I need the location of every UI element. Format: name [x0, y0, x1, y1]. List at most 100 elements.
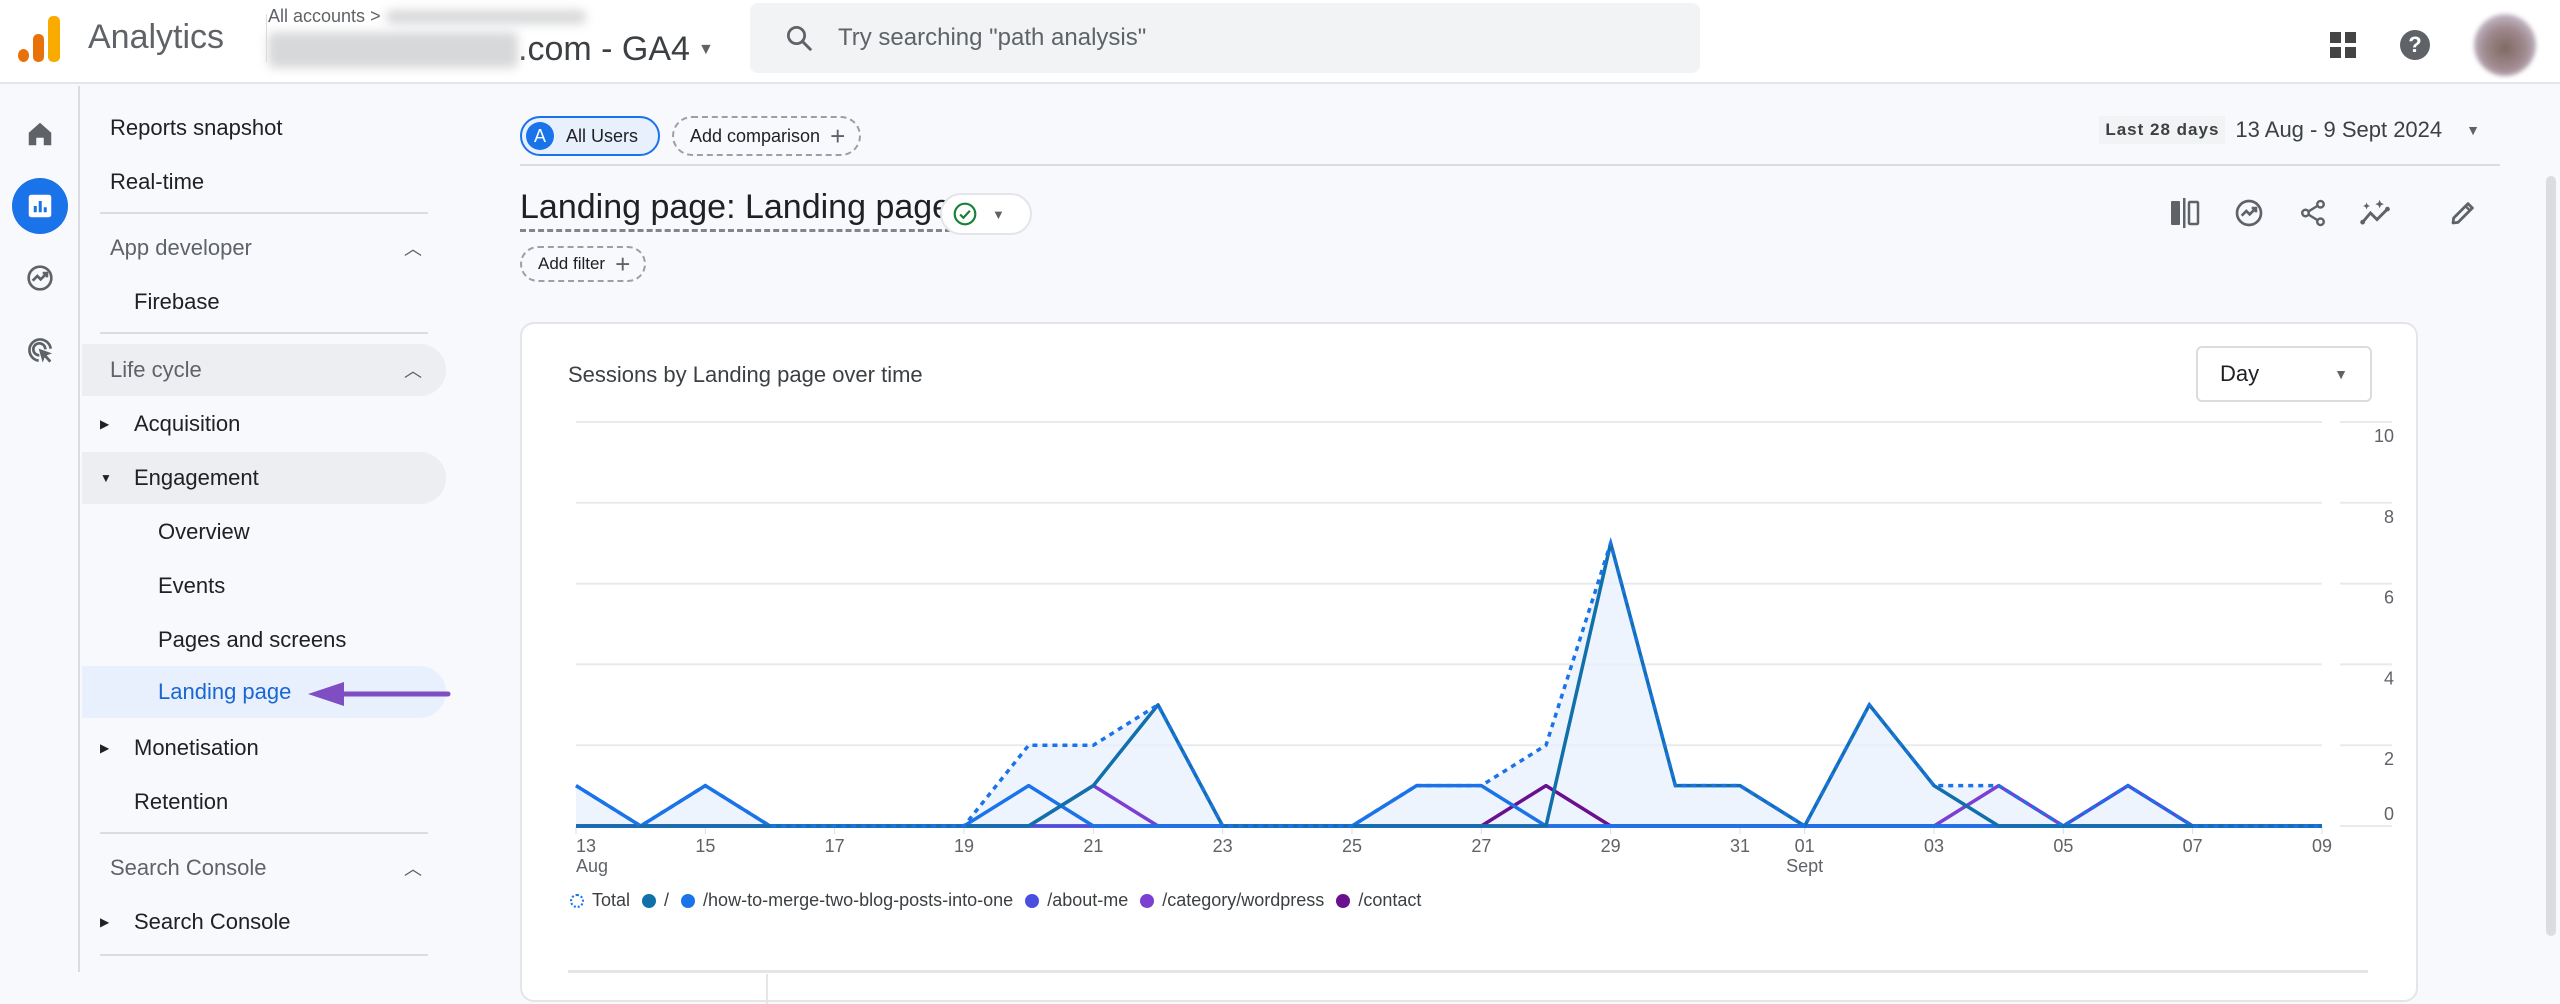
nav-item-pages-and-screens[interactable]: Pages and screens — [82, 614, 446, 666]
nav-label: Life cycle — [110, 357, 202, 382]
apps-grid-icon[interactable] — [2330, 32, 2356, 58]
nav-item-search-console[interactable]: ▶ Search Console — [82, 896, 446, 948]
insights-icon[interactable] — [2230, 194, 2268, 232]
main-content: A All Users Add comparison + Last 28 days… — [462, 86, 2560, 1004]
x-tick-label: 21 — [1083, 836, 1103, 856]
chevron-down-icon: ▼ — [2466, 122, 2480, 138]
nav-item-reports-snapshot[interactable]: Reports snapshot — [82, 102, 446, 154]
nav-item-events[interactable]: Events — [82, 560, 446, 612]
nav-label: Reports snapshot — [110, 115, 283, 140]
nav-label: Engagement — [134, 465, 259, 490]
nav-item-firebase[interactable]: Firebase — [82, 276, 446, 328]
chevron-up-icon: ︿ — [404, 239, 422, 259]
chart-card: Sessions by Landing page over time Day ▼… — [520, 322, 2418, 1004]
x-tick-sublabel: Aug — [576, 856, 608, 876]
add-filter-label: Add filter — [538, 254, 606, 273]
nav-label: Monetisation — [134, 735, 259, 760]
segment-chip-all-users[interactable]: A All Users — [520, 116, 660, 156]
edit-icon[interactable] — [2444, 194, 2482, 232]
share-icon[interactable] — [2294, 194, 2332, 232]
breadcrumb-all-accounts[interactable]: All accounts — [268, 6, 365, 26]
add-comparison-button[interactable]: Add comparison + — [672, 116, 862, 156]
legend-swatch-icon — [1140, 893, 1155, 908]
legend-swatch-icon — [1025, 893, 1040, 908]
y-tick-label: 10 — [2374, 426, 2394, 446]
property-selector[interactable]: .com - GA4 ▼ — [268, 30, 714, 69]
nav-item-retention[interactable]: Retention — [82, 776, 446, 828]
legend-item[interactable]: /contact — [1336, 890, 1421, 911]
legend-item[interactable]: / — [642, 890, 669, 911]
x-tick-label: 15 — [695, 836, 715, 856]
x-tick-label: 07 — [2183, 836, 2203, 856]
x-tick-label: 09 — [2312, 836, 2332, 856]
nav-item-realtime[interactable]: Real-time — [82, 156, 446, 208]
nav-item-acquisition[interactable]: ▶ Acquisition — [82, 398, 446, 450]
analytics-logo-icon[interactable] — [18, 16, 62, 62]
breadcrumb[interactable]: All accounts > — [268, 6, 586, 27]
compare-trend-icon[interactable] — [2358, 194, 2396, 232]
nav-label: Landing page — [158, 679, 292, 704]
y-tick-label: 2 — [2384, 749, 2394, 769]
nav-section-life-cycle[interactable]: Life cycle ︿ — [82, 344, 446, 396]
date-range-tag: Last 28 days — [2099, 116, 2226, 144]
reports-icon[interactable] — [12, 178, 68, 234]
top-bar: Analytics All accounts > .com - GA4 ▼ Tr… — [0, 0, 2560, 84]
avatar[interactable] — [2474, 14, 2536, 76]
page-title[interactable]: Landing page: Landing page — [520, 188, 952, 232]
help-icon[interactable]: ? — [2400, 30, 2430, 60]
property-name-suffix: .com - GA4 — [518, 30, 690, 68]
home-icon[interactable] — [12, 106, 68, 162]
advertising-icon[interactable] — [12, 322, 68, 378]
nav-section-search-console[interactable]: Search Console ︿ — [82, 842, 446, 894]
expand-right-icon: ▶ — [100, 741, 110, 755]
line-chart: 0 2 4 6 8 10 13Aug 15 17 19 21 23 25 27 29 31 01Sept 03 05… — [575, 421, 2394, 876]
add-filter-button[interactable]: Add filter + — [520, 246, 647, 282]
x-tick-label: 03 — [1924, 836, 1944, 856]
left-rail — [0, 86, 80, 972]
x-tick-label: 17 — [825, 836, 845, 856]
scrollbar[interactable] — [2546, 176, 2556, 936]
segment-letter: A — [526, 122, 554, 150]
app-name: Analytics — [88, 18, 225, 56]
divider — [520, 164, 2500, 166]
search-bar[interactable]: Try searching "path analysis" — [750, 3, 1700, 73]
customize-report-icon[interactable] — [2166, 194, 2204, 232]
nav-label: Firebase — [134, 289, 220, 314]
report-status-button[interactable]: ▼ — [940, 193, 1032, 235]
search-icon — [787, 26, 812, 51]
divider — [100, 332, 428, 334]
x-tick-label: 13 — [576, 836, 596, 856]
legend-item[interactable]: /category/wordpress — [1140, 890, 1324, 911]
divider — [766, 974, 768, 1004]
breadcrumb-separator-icon: > — [370, 6, 381, 26]
search-input[interactable]: Try searching "path analysis" — [838, 24, 1146, 52]
nav-label: Retention — [134, 789, 229, 814]
legend-label: Total — [592, 890, 631, 910]
y-tick-label: 4 — [2384, 668, 2394, 688]
legend-label: /how-to-merge-two-blog-posts-into-one — [703, 890, 1014, 910]
legend-swatch-icon — [570, 893, 584, 908]
nav-section-app-developer[interactable]: App developer ︿ — [82, 222, 446, 274]
divider — [100, 832, 428, 834]
x-tick-label: 01 — [1795, 836, 1815, 856]
plus-icon: + — [830, 120, 846, 151]
nav-item-engagement[interactable]: ▼ Engagement — [82, 452, 446, 504]
y-tick-label: 6 — [2384, 588, 2394, 608]
nav-label: Search Console — [110, 855, 267, 880]
nav-item-overview[interactable]: Overview — [82, 506, 446, 558]
chevron-up-icon: ︿ — [404, 859, 422, 879]
segment-label: All Users — [566, 125, 639, 146]
x-tick-label: 25 — [1342, 836, 1362, 856]
legend-item[interactable]: /about-me — [1025, 890, 1128, 911]
divider — [266, 14, 267, 62]
date-range-picker[interactable]: Last 28 days 13 Aug - 9 Sept 2024 ▼ — [2099, 116, 2480, 144]
expand-right-icon: ▶ — [100, 417, 110, 431]
nav-label: Real-time — [110, 169, 205, 194]
explore-icon[interactable] — [12, 250, 68, 306]
legend-item[interactable]: Total — [570, 890, 630, 911]
legend-label: /category/wordpress — [1162, 890, 1325, 910]
chevron-down-icon: ▼ — [697, 40, 714, 58]
plus-icon: + — [615, 248, 631, 279]
nav-item-monetisation[interactable]: ▶ Monetisation — [82, 722, 446, 774]
legend-item[interactable]: /how-to-merge-two-blog-posts-into-one — [681, 890, 1013, 911]
